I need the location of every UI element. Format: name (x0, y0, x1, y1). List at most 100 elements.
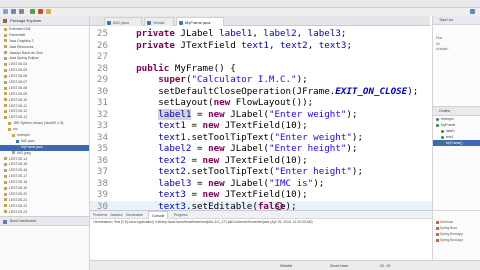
perspective-icon[interactable] (470, 9, 475, 14)
task-list-tab[interactable]: Task List (433, 16, 480, 25)
tree-item-label: LEST-05-20 (9, 191, 28, 196)
code-text: text2.setToolTipText("Enter height"); (114, 166, 363, 178)
code-line[interactable]: 38 label3 = new JLabel("IMC is"); (90, 178, 432, 190)
code-line[interactable]: 30 setDefaultCloseOperation(JFrame.EXIT_… (90, 86, 432, 98)
tree-item-label: src (13, 127, 18, 132)
console-tab[interactable]: Console (148, 211, 169, 219)
project-folder-icon (4, 80, 7, 84)
code-token: public (136, 62, 170, 74)
code-line[interactable]: 25 private JLabel label1, label2, label3… (90, 28, 432, 40)
code-token: "IMC is" (268, 177, 314, 189)
member-icon (436, 123, 439, 127)
code-editor[interactable]: 25 private JLabel label1, label2, label3… (90, 26, 432, 223)
save-icon[interactable] (11, 9, 16, 14)
run-icon[interactable] (30, 9, 35, 14)
editor-tab[interactable]: MyFrame.java (176, 17, 224, 26)
code-line[interactable]: 36 text2 = new JTextField(10); (90, 155, 432, 167)
debug-icon[interactable] (38, 9, 43, 14)
project-folder-icon (4, 110, 7, 114)
tree-item-label: LEST-05-17 (9, 174, 28, 179)
code-token: = (191, 143, 209, 154)
search-icon[interactable] (46, 9, 51, 14)
code-token: setDefaultCloseOperation(JFrame. (114, 85, 336, 97)
console-tab[interactable]: Progress (174, 211, 188, 219)
code-token: ); (407, 85, 419, 97)
member-icon (441, 129, 444, 133)
code-line[interactable]: 35 label2 = new JLabel("Enter height"); (90, 143, 432, 155)
console-tab[interactable]: Javadoc (110, 211, 123, 219)
code-token: JTextField(10); (219, 120, 308, 131)
package-explorer-tab-label: Package Explorer (10, 18, 42, 23)
code-line[interactable]: 29 super("Calculator I.M.C."); (90, 74, 432, 86)
outline-item[interactable]: MyFrame() (433, 140, 480, 146)
task-list-row[interactable]: Activate... (433, 47, 480, 53)
code-line[interactable]: 31 setLayout(new FlowLayout()); (90, 97, 432, 109)
tree-item[interactable]: LEST-05-23 (0, 210, 89, 216)
code-line[interactable]: 33 text1 = new JTextField(10); (90, 120, 432, 132)
editor-tab[interactable]: IMC.java (104, 17, 142, 26)
project-folder-icon (4, 57, 7, 61)
code-line[interactable]: 27 (90, 51, 432, 63)
spring-panel-row-label: Spring Boot app (440, 232, 463, 236)
outline-item-label: label1 (446, 129, 456, 133)
code-token: text1 (158, 120, 186, 131)
code-line[interactable]: 32 label1 = new JLabel("Enter weight"); (90, 108, 432, 121)
tree-item-label: LEST-05-18 (9, 180, 28, 185)
code-line[interactable]: 26 private JTextField text1, text2, text… (90, 40, 432, 52)
project-folder-icon (4, 180, 7, 184)
code-token: JLabel (174, 28, 220, 39)
spring-panel: Unknown Spring Boot Spring Boot app Spring … (432, 210, 480, 260)
code-token: = (185, 189, 203, 200)
code-text: private JLabel label1, label2, label3; (114, 28, 346, 40)
code-token: label1 (219, 28, 253, 39)
code-token: "Enter weight" (268, 108, 347, 120)
package-explorer-tab[interactable]: Package Explorer (0, 16, 89, 26)
line-number: 27 (96, 51, 108, 62)
code-token: "Calculator I.M.C." (191, 74, 297, 85)
project-folder-icon (4, 163, 7, 167)
outline-item-label: exemplo (441, 117, 454, 121)
editor-tab[interactable]: Venda (144, 17, 174, 26)
status-writable: Writable (280, 264, 293, 268)
code-token: .setToolTipText( (185, 166, 275, 177)
print-icon[interactable] (19, 9, 24, 14)
code-line[interactable]: 37 text2.setToolTipText("Enter height"); (90, 166, 432, 178)
code-token: , (296, 28, 308, 39)
boot-dashboard-tab[interactable]: Boot Dashboard (0, 217, 89, 226)
code-token: JTextField (174, 39, 242, 51)
tree-item-label: Java Graphics 2 (9, 38, 34, 43)
project-folder-icon (4, 27, 7, 31)
code-token: new (202, 120, 220, 131)
console-tab[interactable]: Problems (93, 211, 107, 219)
new-file-icon[interactable] (3, 9, 8, 14)
code-line[interactable]: 39 text3 = new JTextField(10); (90, 189, 432, 201)
tree-item-label: Java Resources (9, 44, 34, 49)
console-tab[interactable]: Declaration (126, 211, 143, 219)
console-output: <terminated> Test [1.9] Java Application… (93, 220, 313, 224)
code-token: ; (340, 28, 347, 39)
tree-item-label: LEST-05-09 (9, 91, 28, 96)
code-token: ); (346, 143, 358, 154)
code-text: label1 = new JLabel("Enter weight"); (114, 108, 357, 121)
code-token: text3 (318, 39, 347, 51)
code-line[interactable]: 34 text1.setToolTipText("Enter weight"); (90, 132, 432, 144)
code-token: text2 (280, 39, 308, 51)
tree-item-label: IMC.java (21, 138, 35, 143)
tree-item-label: JRE System Library [JavaSE-1.8] (13, 121, 64, 126)
line-number: 37 (96, 166, 108, 177)
java-file-icon (107, 20, 111, 25)
tree-item-label: LEST-05-22 (9, 203, 28, 208)
project-folder-icon (4, 86, 7, 90)
tree-item-label: LEST-05-08 (9, 85, 28, 90)
boot-dashboard-icon (3, 220, 7, 224)
spring-panel-row[interactable]: Spring Boot app (433, 237, 480, 243)
code-line[interactable]: 28 public MyFrame() { (90, 63, 432, 75)
code-text: text3 = new JTextField(10); (114, 189, 307, 201)
code-token: super (158, 74, 186, 85)
code-token: label2 (158, 143, 192, 154)
project-folder-icon (12, 151, 15, 155)
outline-tab[interactable]: Outline (433, 107, 480, 116)
outline-item-label: MyFrame (441, 123, 456, 127)
